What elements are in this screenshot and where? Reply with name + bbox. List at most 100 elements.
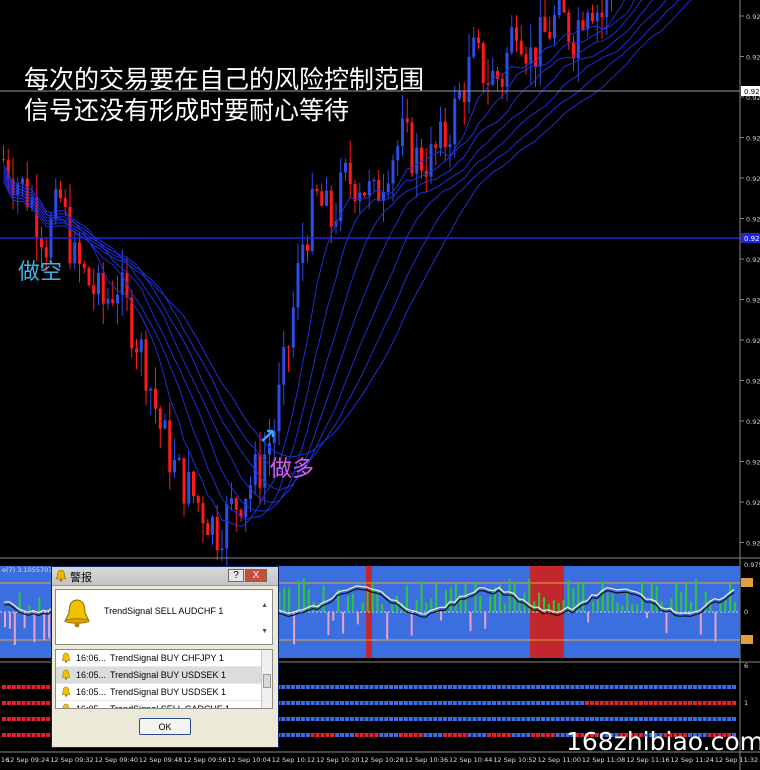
signal-dot [516, 701, 521, 705]
signal-dot [541, 733, 545, 737]
osc-bar [13, 612, 16, 645]
osc-bar [435, 583, 438, 612]
alert-list-item[interactable]: 16:05... TrendSignal BUY USDSEK 1 [56, 684, 272, 701]
signal-dot [31, 701, 36, 705]
price-tick-label: 0.927 [746, 459, 760, 467]
osc-bar [302, 578, 305, 612]
signal-dot [300, 701, 305, 705]
candle [557, 0, 561, 16]
help-button[interactable]: ? [228, 569, 244, 582]
alert-history-list[interactable]: 16:06... TrendSignal BUY CHFJPY 1 16:05...… [55, 649, 273, 709]
signal-dot [634, 685, 639, 689]
candle [453, 98, 457, 145]
list-scrollbar[interactable] [261, 650, 272, 708]
signal-dot [555, 733, 560, 737]
osc-bar [322, 585, 325, 612]
signal-dot [452, 733, 457, 737]
candle [92, 285, 96, 295]
signal-dot [11, 701, 16, 705]
alert-list-item[interactable]: 16:05... TrendSignal SELL CADCHF 1 [56, 701, 272, 708]
candle [277, 384, 281, 432]
signal-dot [286, 685, 291, 689]
signal-dot [369, 685, 374, 689]
signal-dot [384, 733, 389, 737]
signal-dot [516, 733, 521, 737]
signal-dot [516, 685, 521, 689]
signal-dot [492, 685, 496, 689]
site-watermark: 168zhibiao.com [566, 727, 760, 756]
osc-bar [626, 591, 629, 612]
osc-bar [33, 612, 36, 643]
signal-dot [330, 717, 335, 721]
signal-dot [521, 717, 526, 721]
signal-dot [320, 717, 325, 721]
signal-dot [384, 717, 389, 721]
candle [391, 160, 395, 184]
osc-bar [28, 605, 31, 612]
candle [358, 192, 362, 202]
signal-dot [653, 701, 658, 705]
signal-dot [305, 701, 310, 705]
signal-dot [320, 701, 325, 705]
candle [600, 12, 604, 18]
signal-dot [398, 701, 403, 705]
candle [177, 458, 181, 460]
signal-dot [364, 717, 369, 721]
candle [396, 145, 400, 161]
osc-bar [371, 581, 374, 612]
alert-title: 警报 [70, 572, 92, 584]
signal-dot [462, 685, 467, 689]
osc-bar [8, 612, 11, 629]
osc-bar [366, 591, 369, 612]
scroll-up-icon[interactable]: ▲ [261, 602, 268, 609]
candle [116, 294, 119, 304]
signal-dot [291, 685, 296, 689]
signal-dot [457, 733, 462, 737]
signal-dot [418, 717, 423, 721]
candle [59, 189, 62, 198]
signal-dot [354, 685, 359, 689]
signal-dot [550, 733, 555, 737]
signal-dot [653, 717, 658, 721]
signal-dot [590, 717, 594, 721]
signal-dot [359, 685, 364, 689]
signal-dot [663, 701, 668, 705]
candle [529, 47, 533, 64]
signal-dot [545, 717, 550, 721]
signal-dot [555, 717, 560, 721]
alert-list-item[interactable]: 16:05... TrendSignal BUY USDSEK 1 [56, 667, 272, 684]
candle [97, 273, 100, 295]
signal-dot [717, 685, 722, 689]
scroll-down-icon[interactable]: ▼ [261, 628, 268, 635]
signal-dot [36, 733, 41, 737]
signal-dot [477, 717, 482, 721]
signal-dot [482, 701, 487, 705]
signal-dot [467, 685, 472, 689]
signal-dot [21, 685, 26, 689]
signal-dot [501, 701, 506, 705]
osc-bar [616, 602, 619, 612]
signal-dot [349, 701, 354, 705]
signal-dot [389, 733, 394, 737]
signal-dot [614, 701, 619, 705]
alert-list-item[interactable]: 16:06... TrendSignal BUY CHFJPY 1 [56, 650, 272, 667]
signal-dot [526, 685, 531, 689]
signal-dot [16, 701, 21, 705]
ok-button[interactable]: OK [139, 718, 191, 735]
price-tick-label: 0.928 [746, 297, 760, 305]
signal-dot [516, 717, 521, 721]
signal-dot [639, 701, 643, 705]
candle [101, 273, 105, 304]
scroll-thumb[interactable] [263, 674, 271, 688]
alert-titlebar[interactable]: 警报 ? X [52, 567, 278, 586]
candle [173, 459, 176, 473]
signal-dot [433, 733, 438, 737]
signal-dot [447, 717, 452, 721]
signal-dot [594, 717, 599, 721]
candle [144, 339, 148, 391]
close-button[interactable]: X [245, 569, 267, 582]
signal-dot [482, 733, 487, 737]
signal-dot [300, 717, 305, 721]
signal-dot [643, 701, 648, 705]
signal-dot [536, 717, 541, 721]
